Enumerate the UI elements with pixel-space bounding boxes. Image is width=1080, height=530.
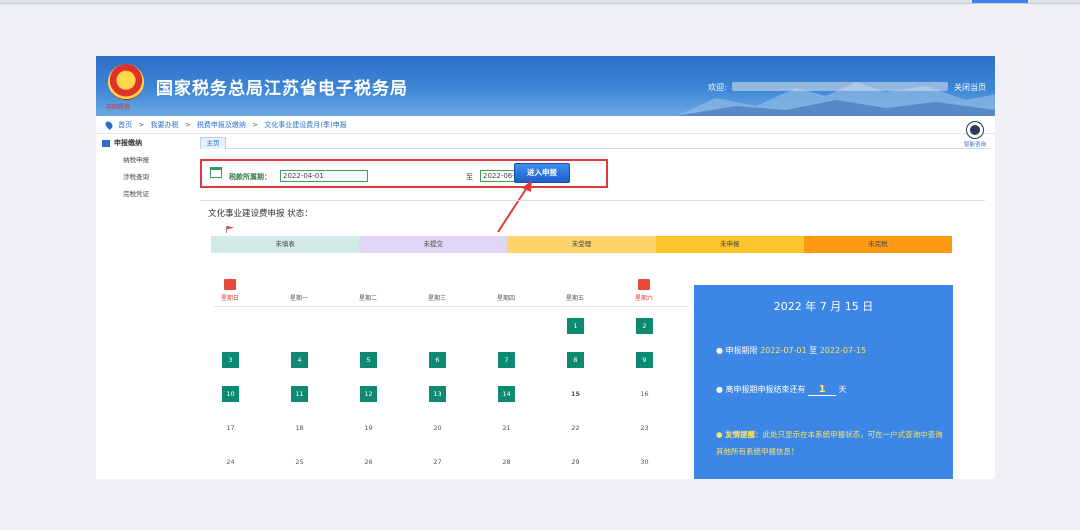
tax-emblem-icon <box>108 64 144 100</box>
calendar-day[interactable]: 24 <box>222 454 239 470</box>
calendar-day[interactable]: 28 <box>498 454 515 470</box>
calendar-day[interactable]: 20 <box>429 420 446 436</box>
remaining-days-value: 1 <box>808 384 837 396</box>
status-legend-bar: 未填表 未提交 未受理 未申报 未完税 <box>211 236 953 253</box>
sidebar-header[interactable]: 申报缴纳 <box>102 138 142 148</box>
weekday-label: 星期三 <box>427 295 446 302</box>
current-date: 2022 年 7 月 15 日 <box>773 300 874 313</box>
user-name-redacted <box>732 82 948 91</box>
declaration-info-panel: 2022 年 7 月 15 日 ● 申报期限 2022-07-01 至 2022… <box>694 285 953 479</box>
sidebar-title: 申报缴纳 <box>114 139 142 147</box>
calendar-day[interactable]: 4 <box>291 352 308 368</box>
breadcrumb-my-tax[interactable]: 我要办税 <box>151 121 179 129</box>
calendar-day[interactable]: 8 <box>567 352 584 368</box>
sidebar-item-tax-query[interactable]: 涉税查询 <box>123 171 149 181</box>
calendar-day[interactable]: 21 <box>498 420 515 436</box>
breadcrumb-home[interactable]: 首页 <box>118 121 132 129</box>
period-deadline-label: ● 申报期限 <box>716 346 758 355</box>
flag-icon <box>226 226 234 233</box>
menu-icon <box>102 139 110 147</box>
calendar-day[interactable]: 5 <box>360 352 377 368</box>
declaration-status-title: 文化事业建设费申报 状态： <box>208 209 313 219</box>
header-banner: 中国税务 国家税务总局江苏省电子税务局 欢迎: 关闭当页 <box>96 56 995 116</box>
calendar-day[interactable]: 16 <box>636 386 653 402</box>
breadcrumb-separator: > <box>252 121 259 129</box>
weekday-label: 星期日 <box>220 295 239 302</box>
weekend-marker-icon <box>224 279 236 290</box>
breadcrumb-separator: > <box>184 121 191 129</box>
site-title: 国家税务总局江苏省电子税务局 <box>156 79 408 99</box>
sidebar-item-tax-certificate[interactable]: 完税凭证 <box>123 188 149 198</box>
period-end-value: 2022-07-15 <box>819 346 867 355</box>
weekday-label: 星期一 <box>289 295 308 302</box>
calendar-day[interactable]: 3 <box>222 352 239 368</box>
breadcrumb: 首页 > 我要办税 > 税费申报及缴纳 > 文化事业建设费月(季)申报 <box>96 116 995 134</box>
status-segment: 未申报 <box>655 236 804 253</box>
calendar-day[interactable]: 22 <box>567 420 584 436</box>
calendar-day[interactable]: 9 <box>636 352 653 368</box>
tab-home[interactable]: 主页 <box>200 137 226 149</box>
location-pin-icon <box>104 120 114 130</box>
browser-top-bar <box>0 0 1080 4</box>
status-segment: 未完税 <box>803 236 953 253</box>
calendar-day[interactable]: 10 <box>222 386 239 402</box>
browser-active-tab[interactable] <box>972 0 1028 3</box>
calendar-day[interactable]: 6 <box>429 352 446 368</box>
calendar-day[interactable]: 12 <box>360 386 377 402</box>
status-segment: 未提交 <box>359 236 508 253</box>
calendar-day[interactable]: 23 <box>636 420 653 436</box>
calendar-day[interactable]: 11 <box>291 386 308 402</box>
remaining-days-line: ● 离申报期申报结束还有 1 天 <box>716 384 847 396</box>
enter-declaration-label: 进入申报 <box>527 168 557 177</box>
calendar-day[interactable]: 13 <box>429 386 446 402</box>
calendar-day[interactable]: 14 <box>498 386 515 402</box>
to-label: 至 <box>466 173 473 181</box>
welcome-label: 欢迎: <box>708 83 727 92</box>
calendar-day[interactable]: 27 <box>429 454 446 470</box>
reminder-label: ● 友情提醒 <box>716 430 756 439</box>
weekend-marker-icon <box>638 279 650 290</box>
sidebar-item-tax-declaration[interactable]: 纳税申报 <box>123 154 149 164</box>
calendar-day[interactable]: 7 <box>498 352 515 368</box>
period-start-input[interactable]: 2022-04-01 <box>280 170 368 182</box>
weekday-label: 星期五 <box>565 295 584 302</box>
tab-strip: 主页 <box>200 135 990 149</box>
calendar-weekday-header: 星期日 星期一 星期二 星期三 星期四 星期五 星期六 <box>214 279 689 307</box>
breadcrumb-current: 文化事业建设费月(季)申报 <box>264 121 347 129</box>
period-to-label: 至 <box>809 346 818 355</box>
status-segment: 未受理 <box>507 236 656 253</box>
calendar-day[interactable]: 17 <box>222 420 239 436</box>
friendly-reminder: ● 友情提醒：此处只显示在本系统申报状态，可在一户式查询中查询其他所有系统申报信… <box>716 426 948 460</box>
calendar-day[interactable]: 25 <box>291 454 308 470</box>
breadcrumb-declare-pay[interactable]: 税费申报及缴纳 <box>197 121 246 129</box>
emblem-caption: 中国税务 <box>106 104 131 111</box>
calendar-day[interactable]: 26 <box>360 454 377 470</box>
divider <box>200 200 985 201</box>
annotation-arrow <box>497 180 532 233</box>
calendar-day[interactable]: 30 <box>636 454 653 470</box>
remaining-days-label: ● 离申报期申报结束还有 <box>716 385 806 394</box>
weekday-label: 星期四 <box>496 295 515 302</box>
calendar-day[interactable]: 2 <box>636 318 653 334</box>
calendar-day[interactable]: 18 <box>291 420 308 436</box>
tax-portal-page: 中国税务 国家税务总局江苏省电子税务局 欢迎: 关闭当页 首页 > 我要办税 >… <box>96 56 995 479</box>
remaining-days-unit: 天 <box>838 385 847 394</box>
calendar-day[interactable]: 19 <box>360 420 377 436</box>
period-deadline-line: ● 申报期限 2022-07-01 至 2022-07-15 <box>716 345 866 356</box>
status-segment: 未填表 <box>211 236 360 253</box>
weekday-label: 星期六 <box>634 295 653 302</box>
period-start-value: 2022-07-01 <box>760 346 807 355</box>
weekday-label: 星期二 <box>358 295 377 302</box>
breadcrumb-separator: > <box>138 121 145 129</box>
sidebar: 申报缴纳 纳税申报 涉税查询 完税凭证 <box>96 134 196 479</box>
tax-period-label: 税款所属期： <box>229 173 271 181</box>
calendar-day[interactable]: 29 <box>567 454 584 470</box>
calendar-day[interactable]: 1 <box>567 318 584 334</box>
calendar-day[interactable]: 15 <box>567 386 584 402</box>
calendar-icon <box>210 167 222 178</box>
close-page-link[interactable]: 关闭当页 <box>954 82 986 93</box>
